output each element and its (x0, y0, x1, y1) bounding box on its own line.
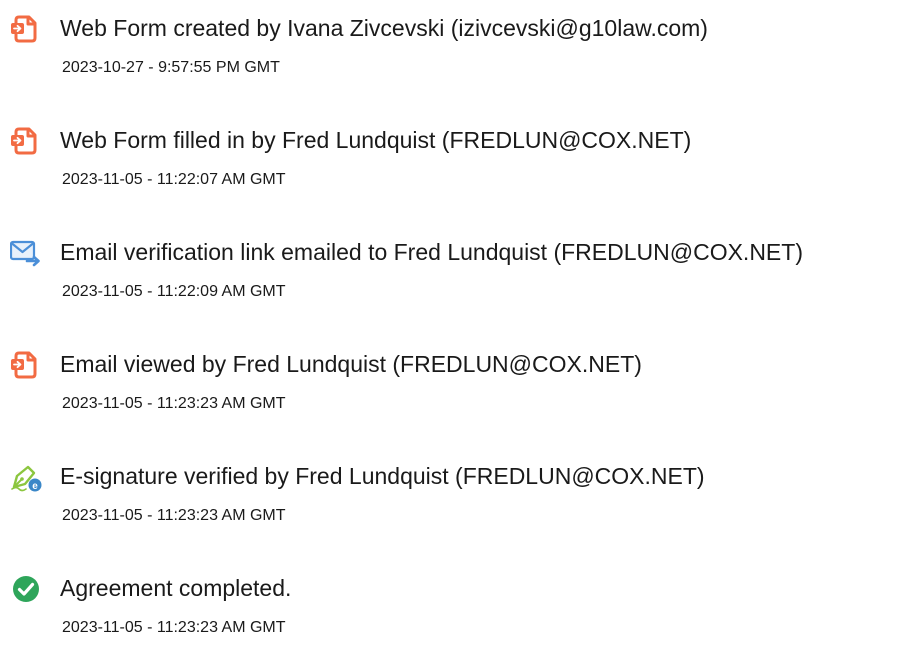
svg-text:e: e (32, 481, 38, 492)
event-text: Web Form filled in by Fred Lundquist (FR… (60, 127, 692, 153)
form-document-icon (10, 13, 42, 45)
form-document-icon (10, 125, 42, 157)
audit-event: Web Form created by Ivana Zivcevski (izi… (0, 10, 924, 110)
event-text: Web Form created by Ivana Zivcevski (izi… (60, 15, 708, 41)
event-timestamp: 2023-11-05 - 11:22:07 AM GMT (62, 171, 286, 188)
event-text: Email viewed by Fred Lundquist (FREDLUN@… (60, 351, 642, 377)
event-text: Agreement completed. (60, 575, 292, 601)
email-send-icon (10, 237, 42, 269)
audit-event: Agreement completed. 2023-11-05 - 11:23:… (0, 570, 924, 652)
audit-event: Email viewed by Fred Lundquist (FREDLUN@… (0, 346, 924, 446)
checkmark-circle-icon (10, 573, 42, 605)
event-timestamp: 2023-11-05 - 11:22:09 AM GMT (62, 283, 286, 300)
audit-event: Web Form filled in by Fred Lundquist (FR… (0, 122, 924, 222)
audit-event: Email verification link emailed to Fred … (0, 234, 924, 334)
form-document-icon (10, 349, 42, 381)
event-text: Email verification link emailed to Fred … (60, 239, 803, 265)
event-timestamp: 2023-11-05 - 11:23:23 AM GMT (62, 395, 286, 412)
event-timestamp: 2023-11-05 - 11:23:23 AM GMT (62, 619, 286, 636)
event-timestamp: 2023-11-05 - 11:23:23 AM GMT (62, 507, 286, 524)
e-signature-pen-icon: e (10, 461, 42, 493)
event-text: E-signature verified by Fred Lundquist (… (60, 463, 705, 489)
audit-event: e E-signature verified by Fred Lundquist… (0, 458, 924, 558)
event-timestamp: 2023-10-27 - 9:57:55 PM GMT (62, 59, 280, 76)
